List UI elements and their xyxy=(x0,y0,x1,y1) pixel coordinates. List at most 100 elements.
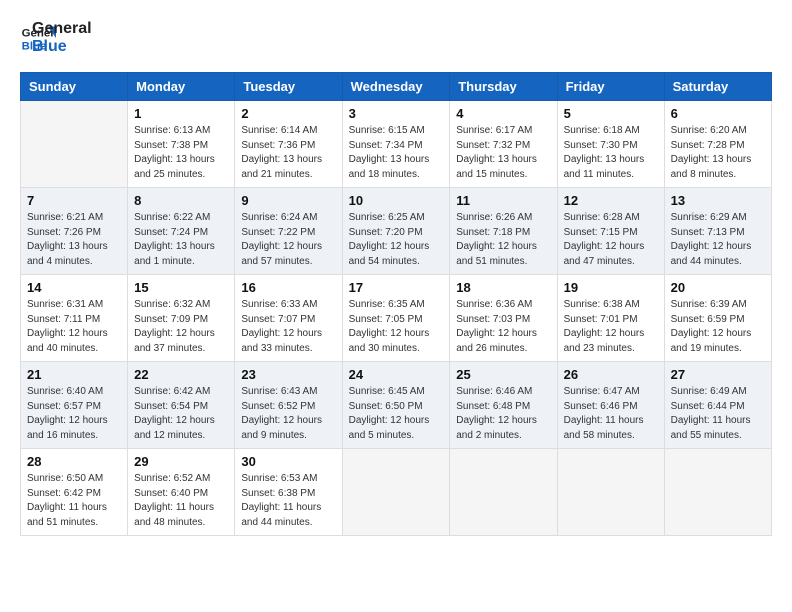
day-info: Sunrise: 6:21 AMSunset: 7:26 PMDaylight:… xyxy=(27,211,121,269)
calendar-cell xyxy=(342,449,450,536)
calendar-cell: 21 Sunrise: 6:40 AMSunset: 6:57 PMDayligh… xyxy=(21,362,128,449)
calendar-cell: 2Sunrise: 6:14 AMSunset: 7:36 PMDaylight… xyxy=(235,101,342,188)
col-header-wednesday: Wednesday xyxy=(342,73,450,101)
calendar-cell: 20 Sunrise: 6:39 AMSunset: 6:59 PMDayligh… xyxy=(664,275,771,362)
day-number: 17 xyxy=(349,280,444,295)
day-info: Sunrise: 6:40 AMSunset: 6:57 PMDaylight:… xyxy=(27,385,121,443)
week-row-2: 7 Sunrise: 6:21 AMSunset: 7:26 PMDaylight… xyxy=(21,188,772,275)
day-number: 13 xyxy=(671,193,765,208)
calendar-cell: 28Sunrise: 6:50 AMSunset: 6:42 PMDayligh… xyxy=(21,449,128,536)
day-number: 29 xyxy=(134,454,228,469)
calendar-cell: 9Sunrise: 6:24 AMSunset: 7:22 PMDaylight… xyxy=(235,188,342,275)
day-number: 7 xyxy=(27,193,121,208)
logo-text-blue: Blue xyxy=(32,38,92,56)
day-number: 16 xyxy=(241,280,335,295)
calendar-cell: 4Sunrise: 6:17 AMSunset: 7:32 PMDaylight… xyxy=(450,101,557,188)
day-number: 22 xyxy=(134,367,228,382)
day-info: Sunrise: 6:35 AMSunset: 7:05 PMDaylight:… xyxy=(349,298,444,356)
day-number: 6 xyxy=(671,106,765,121)
day-info: Sunrise: 6:52 AMSunset: 6:40 PMDaylight:… xyxy=(134,472,228,530)
day-number: 2 xyxy=(241,106,335,121)
col-header-friday: Friday xyxy=(557,73,664,101)
day-number: 10 xyxy=(349,193,444,208)
day-info: Sunrise: 6:17 AMSunset: 7:32 PMDaylight:… xyxy=(456,124,550,182)
day-info: Sunrise: 6:29 AMSunset: 7:13 PMDaylight:… xyxy=(671,211,765,269)
day-number: 19 xyxy=(564,280,658,295)
day-info: Sunrise: 6:47 AMSunset: 6:46 PMDaylight:… xyxy=(564,385,658,443)
day-number: 8 xyxy=(134,193,228,208)
calendar-cell: 24 Sunrise: 6:45 AMSunset: 6:50 PMDayligh… xyxy=(342,362,450,449)
calendar-cell xyxy=(21,101,128,188)
calendar-cell: 10 Sunrise: 6:25 AMSunset: 7:20 PMDayligh… xyxy=(342,188,450,275)
page-header: General Blue General Blue xyxy=(20,20,772,56)
calendar-cell: 29 Sunrise: 6:52 AMSunset: 6:40 PMDayligh… xyxy=(128,449,235,536)
day-info: Sunrise: 6:39 AMSunset: 6:59 PMDaylight:… xyxy=(671,298,765,356)
day-info: Sunrise: 6:13 AMSunset: 7:38 PMDaylight:… xyxy=(134,124,228,182)
day-number: 26 xyxy=(564,367,658,382)
calendar-cell xyxy=(450,449,557,536)
day-info: Sunrise: 6:31 AMSunset: 7:11 PMDaylight:… xyxy=(27,298,121,356)
calendar-cell: 15 Sunrise: 6:32 AMSunset: 7:09 PMDayligh… xyxy=(128,275,235,362)
calendar-cell: 23 Sunrise: 6:43 AMSunset: 6:52 PMDayligh… xyxy=(235,362,342,449)
calendar-cell: 7 Sunrise: 6:21 AMSunset: 7:26 PMDaylight… xyxy=(21,188,128,275)
day-info: Sunrise: 6:22 AMSunset: 7:24 PMDaylight:… xyxy=(134,211,228,269)
calendar-cell: 12 Sunrise: 6:28 AMSunset: 7:15 PMDayligh… xyxy=(557,188,664,275)
day-number: 14 xyxy=(27,280,121,295)
day-info: Sunrise: 6:20 AMSunset: 7:28 PMDaylight:… xyxy=(671,124,765,182)
day-info: Sunrise: 6:53 AMSunset: 6:38 PMDaylight:… xyxy=(241,472,335,530)
calendar-cell: 14 Sunrise: 6:31 AMSunset: 7:11 PMDayligh… xyxy=(21,275,128,362)
day-info: Sunrise: 6:45 AMSunset: 6:50 PMDaylight:… xyxy=(349,385,444,443)
day-info: Sunrise: 6:28 AMSunset: 7:15 PMDaylight:… xyxy=(564,211,658,269)
day-info: Sunrise: 6:49 AMSunset: 6:44 PMDaylight:… xyxy=(671,385,765,443)
day-number: 20 xyxy=(671,280,765,295)
col-header-tuesday: Tuesday xyxy=(235,73,342,101)
calendar-cell: 22 Sunrise: 6:42 AMSunset: 6:54 PMDayligh… xyxy=(128,362,235,449)
calendar-cell: 18Sunrise: 6:36 AMSunset: 7:03 PMDayligh… xyxy=(450,275,557,362)
calendar-cell: 16 Sunrise: 6:33 AMSunset: 7:07 PMDayligh… xyxy=(235,275,342,362)
day-info: Sunrise: 6:25 AMSunset: 7:20 PMDaylight:… xyxy=(349,211,444,269)
day-info: Sunrise: 6:46 AMSunset: 6:48 PMDaylight:… xyxy=(456,385,550,443)
day-info: Sunrise: 6:38 AMSunset: 7:01 PMDaylight:… xyxy=(564,298,658,356)
day-info: Sunrise: 6:50 AMSunset: 6:42 PMDaylight:… xyxy=(27,472,121,530)
calendar-cell: 1 Sunrise: 6:13 AMSunset: 7:38 PMDaylight… xyxy=(128,101,235,188)
calendar-cell: 26 Sunrise: 6:47 AMSunset: 6:46 PMDayligh… xyxy=(557,362,664,449)
day-number: 15 xyxy=(134,280,228,295)
day-number: 12 xyxy=(564,193,658,208)
calendar-cell: 8 Sunrise: 6:22 AMSunset: 7:24 PMDaylight… xyxy=(128,188,235,275)
day-number: 23 xyxy=(241,367,335,382)
calendar-header-row: SundayMondayTuesdayWednesdayThursdayFrid… xyxy=(21,73,772,101)
logo: General Blue General Blue xyxy=(20,20,92,56)
day-number: 25 xyxy=(456,367,550,382)
week-row-1: 1 Sunrise: 6:13 AMSunset: 7:38 PMDaylight… xyxy=(21,101,772,188)
calendar-table: SundayMondayTuesdayWednesdayThursdayFrid… xyxy=(20,72,772,536)
week-row-3: 14 Sunrise: 6:31 AMSunset: 7:11 PMDayligh… xyxy=(21,275,772,362)
week-row-4: 21 Sunrise: 6:40 AMSunset: 6:57 PMDayligh… xyxy=(21,362,772,449)
calendar-cell: 6 Sunrise: 6:20 AMSunset: 7:28 PMDaylight… xyxy=(664,101,771,188)
day-number: 1 xyxy=(134,106,228,121)
col-header-monday: Monday xyxy=(128,73,235,101)
col-header-saturday: Saturday xyxy=(664,73,771,101)
day-number: 21 xyxy=(27,367,121,382)
day-info: Sunrise: 6:32 AMSunset: 7:09 PMDaylight:… xyxy=(134,298,228,356)
day-info: Sunrise: 6:33 AMSunset: 7:07 PMDaylight:… xyxy=(241,298,335,356)
day-number: 24 xyxy=(349,367,444,382)
calendar-cell: 17 Sunrise: 6:35 AMSunset: 7:05 PMDayligh… xyxy=(342,275,450,362)
calendar-cell xyxy=(664,449,771,536)
day-info: Sunrise: 6:18 AMSunset: 7:30 PMDaylight:… xyxy=(564,124,658,182)
calendar-cell: 11Sunrise: 6:26 AMSunset: 7:18 PMDayligh… xyxy=(450,188,557,275)
day-number: 9 xyxy=(241,193,335,208)
day-number: 18 xyxy=(456,280,550,295)
day-number: 3 xyxy=(349,106,444,121)
day-number: 27 xyxy=(671,367,765,382)
calendar-cell: 19 Sunrise: 6:38 AMSunset: 7:01 PMDayligh… xyxy=(557,275,664,362)
calendar-cell: 30 Sunrise: 6:53 AMSunset: 6:38 PMDayligh… xyxy=(235,449,342,536)
day-number: 30 xyxy=(241,454,335,469)
calendar-cell: 3Sunrise: 6:15 AMSunset: 7:34 PMDaylight… xyxy=(342,101,450,188)
col-header-thursday: Thursday xyxy=(450,73,557,101)
day-number: 5 xyxy=(564,106,658,121)
day-info: Sunrise: 6:26 AMSunset: 7:18 PMDaylight:… xyxy=(456,211,550,269)
calendar-cell: 25 Sunrise: 6:46 AMSunset: 6:48 PMDayligh… xyxy=(450,362,557,449)
day-info: Sunrise: 6:43 AMSunset: 6:52 PMDaylight:… xyxy=(241,385,335,443)
day-info: Sunrise: 6:42 AMSunset: 6:54 PMDaylight:… xyxy=(134,385,228,443)
calendar-cell xyxy=(557,449,664,536)
